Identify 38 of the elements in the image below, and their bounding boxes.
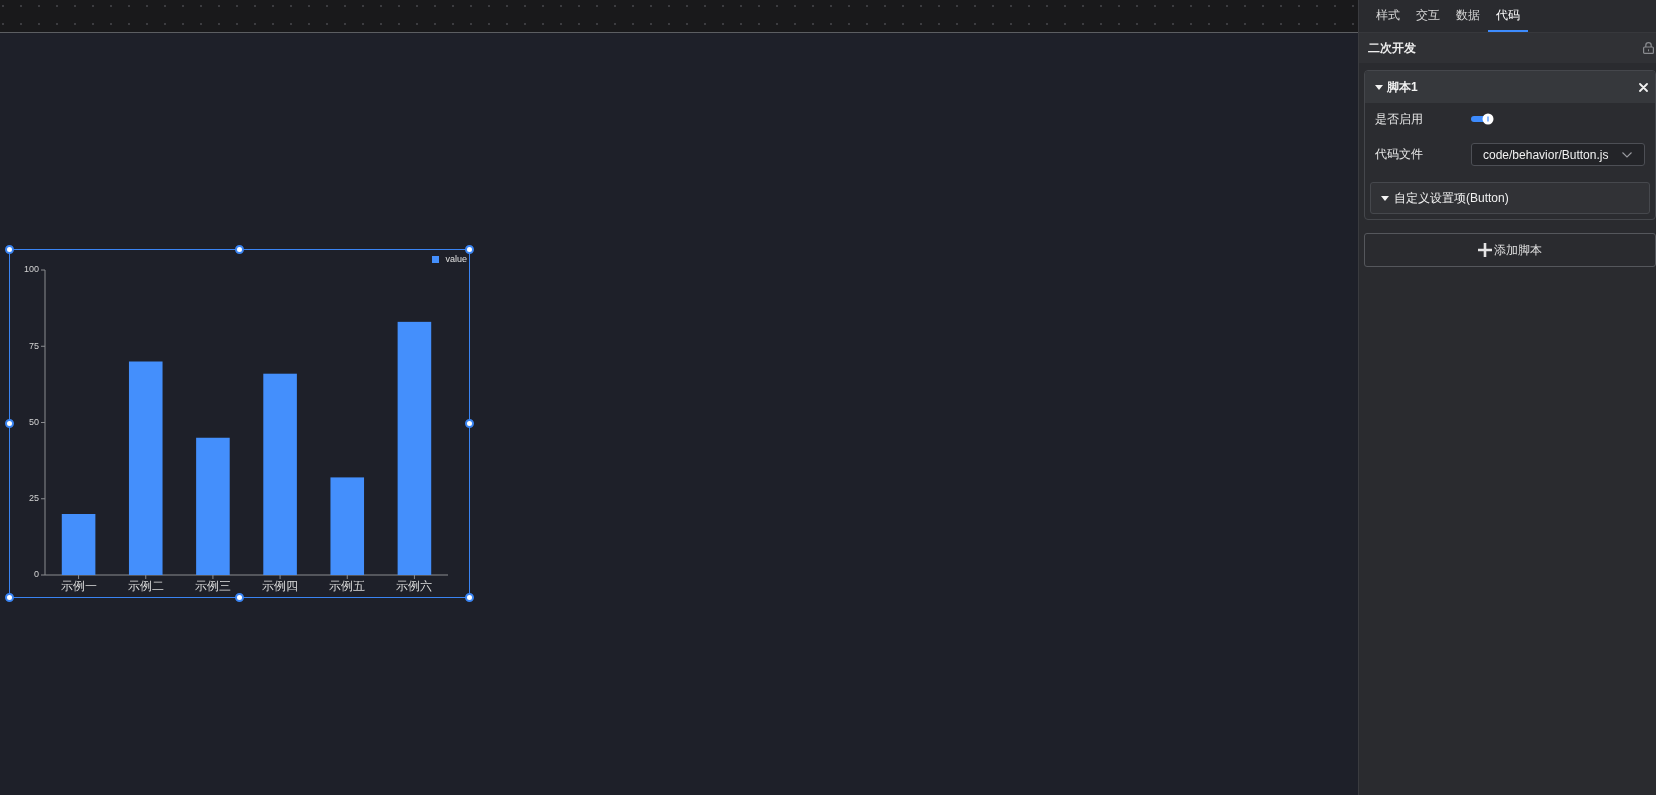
axis-tick-label: 100: [23, 264, 39, 275]
chevron-down-icon: [1622, 151, 1633, 158]
axis-tick-label: 25: [29, 493, 39, 504]
section-title: 二次开发: [1368, 39, 1416, 57]
tab[interactable]: 交互: [1408, 0, 1448, 32]
tab[interactable]: 数据: [1448, 0, 1488, 32]
category-label: 示例三: [194, 579, 231, 594]
resize-handle[interactable]: [465, 593, 474, 602]
lock-icon: [1643, 42, 1655, 54]
settings-group-header[interactable]: 自定义设置项(Button): [1370, 182, 1651, 214]
axis-tick-label: 50: [29, 416, 39, 427]
legend-label: value: [445, 254, 467, 265]
category-label: 示例一: [60, 579, 97, 594]
category-label: 示例四: [262, 579, 299, 594]
resize-handle[interactable]: [5, 593, 14, 602]
category-label: 示例二: [127, 579, 164, 594]
bar: [61, 514, 96, 575]
tab[interactable]: 样式: [1368, 0, 1408, 32]
code-file-select[interactable]: code/behavior/Button.js: [1471, 143, 1646, 166]
resize-handle[interactable]: [5, 245, 14, 254]
script-title: 脚本1: [1387, 78, 1419, 96]
resize-handle[interactable]: [5, 419, 14, 428]
resize-handle[interactable]: [235, 245, 244, 254]
field-label: 代码文件: [1375, 146, 1424, 163]
plus-icon: [1478, 243, 1493, 257]
axis-tick-label: 75: [29, 340, 39, 351]
category-label: 示例五: [329, 579, 366, 594]
resize-handle[interactable]: [465, 245, 474, 254]
script-header[interactable]: 脚本1: [1365, 71, 1656, 103]
field-label: 是否启用: [1375, 110, 1424, 128]
resize-handle[interactable]: [235, 593, 244, 602]
close-icon: [1639, 82, 1649, 92]
resize-handle[interactable]: [465, 419, 474, 428]
add-script-button[interactable]: 添加脚本: [1364, 233, 1656, 267]
close-button[interactable]: [1639, 82, 1649, 92]
category-label: 示例六: [396, 579, 433, 594]
axis-tick-label: 0: [34, 569, 39, 580]
toggle-switch[interactable]: [1471, 113, 1494, 125]
